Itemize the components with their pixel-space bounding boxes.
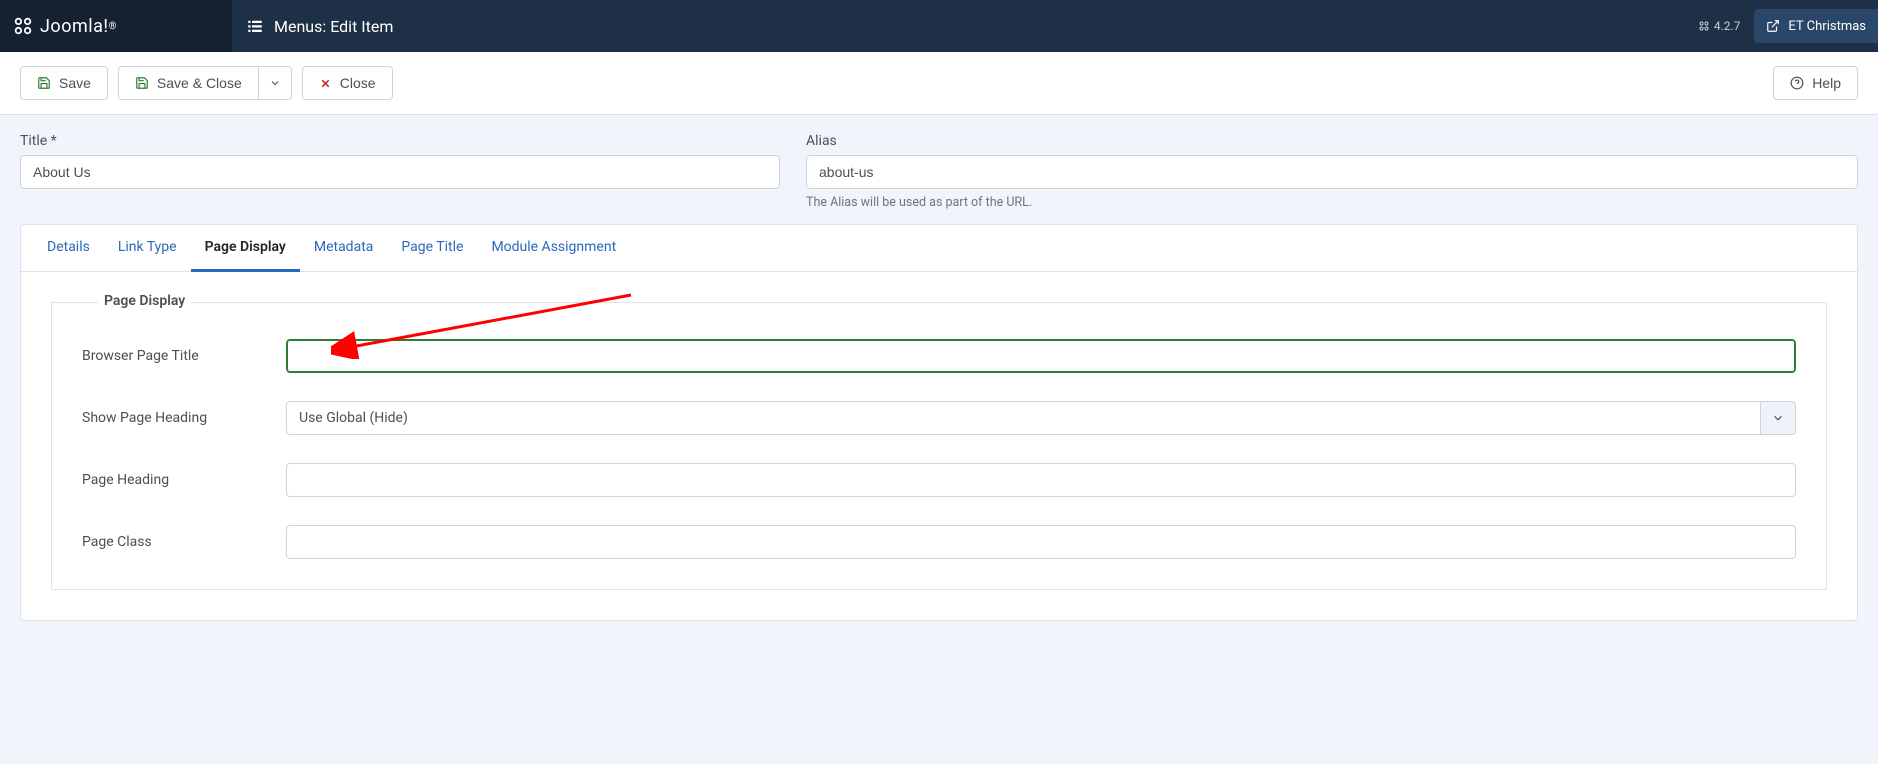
show-page-heading-select[interactable]: Use Global (Hide) bbox=[286, 401, 1796, 435]
tab-module-assignment[interactable]: Module Assignment bbox=[477, 225, 630, 271]
chevron-down-icon bbox=[269, 77, 281, 89]
tabs-panel: Details Link Type Page Display Metadata … bbox=[20, 224, 1858, 621]
browser-page-title-input[interactable] bbox=[286, 339, 1796, 373]
title-label: Title * bbox=[20, 133, 780, 149]
list-icon bbox=[246, 17, 264, 35]
page-display-fieldset: Page Display Browser Page Title Show Pag… bbox=[51, 302, 1827, 590]
alias-hint: The Alias will be used as part of the UR… bbox=[806, 195, 1858, 210]
alias-input[interactable] bbox=[806, 155, 1858, 189]
site-name: ET Christmas bbox=[1788, 19, 1866, 34]
tab-metadata[interactable]: Metadata bbox=[300, 225, 388, 271]
alias-label: Alias bbox=[806, 133, 1858, 149]
page-title: Menus: Edit Item bbox=[232, 17, 407, 36]
show-page-heading-label: Show Page Heading bbox=[82, 410, 286, 426]
site-preview-link[interactable]: ET Christmas bbox=[1754, 9, 1878, 43]
page-heading-label: Page Heading bbox=[82, 472, 286, 488]
help-icon bbox=[1790, 76, 1804, 90]
title-input[interactable] bbox=[20, 155, 780, 189]
action-toolbar: Save Save & Close Close Help bbox=[0, 52, 1878, 115]
save-close-group: Save & Close bbox=[118, 66, 292, 100]
page-heading-input[interactable] bbox=[286, 463, 1796, 497]
close-icon bbox=[319, 77, 332, 90]
fieldset-legend: Page Display bbox=[98, 293, 191, 309]
page-class-label: Page Class bbox=[82, 534, 286, 550]
save-icon bbox=[135, 76, 149, 90]
save-icon bbox=[37, 76, 51, 90]
joomla-icon bbox=[12, 15, 34, 37]
tabs: Details Link Type Page Display Metadata … bbox=[21, 225, 1857, 272]
form-header: Title * Alias The Alias will be used as … bbox=[0, 115, 1878, 224]
help-button[interactable]: Help bbox=[1773, 66, 1858, 100]
topbar: Joomla! ® Menus: Edit Item 4.2.7 ET Chri… bbox=[0, 0, 1878, 52]
page-class-input[interactable] bbox=[286, 525, 1796, 559]
version-badge[interactable]: 4.2.7 bbox=[1698, 19, 1741, 33]
joomla-small-icon bbox=[1698, 20, 1710, 32]
select-value: Use Global (Hide) bbox=[286, 401, 1760, 435]
tab-link-type[interactable]: Link Type bbox=[104, 225, 191, 271]
brand-text: Joomla! bbox=[40, 16, 109, 37]
select-caret bbox=[1760, 401, 1796, 435]
tab-page-display[interactable]: Page Display bbox=[191, 225, 300, 272]
chevron-down-icon bbox=[1771, 411, 1785, 425]
tab-page-title[interactable]: Page Title bbox=[387, 225, 477, 271]
tab-details[interactable]: Details bbox=[33, 225, 104, 271]
tab-body: Page Display Browser Page Title Show Pag… bbox=[21, 272, 1857, 620]
page-title-text: Menus: Edit Item bbox=[274, 17, 393, 36]
brand-logo[interactable]: Joomla! ® bbox=[0, 0, 232, 52]
topbar-right: 4.2.7 ET Christmas bbox=[1698, 0, 1878, 52]
save-close-dropdown[interactable] bbox=[258, 66, 292, 100]
close-button[interactable]: Close bbox=[302, 66, 393, 100]
external-link-icon bbox=[1766, 19, 1780, 33]
browser-page-title-label: Browser Page Title bbox=[82, 348, 286, 364]
save-button[interactable]: Save bbox=[20, 66, 108, 100]
save-close-button[interactable]: Save & Close bbox=[118, 66, 258, 100]
version-text: 4.2.7 bbox=[1714, 19, 1741, 33]
